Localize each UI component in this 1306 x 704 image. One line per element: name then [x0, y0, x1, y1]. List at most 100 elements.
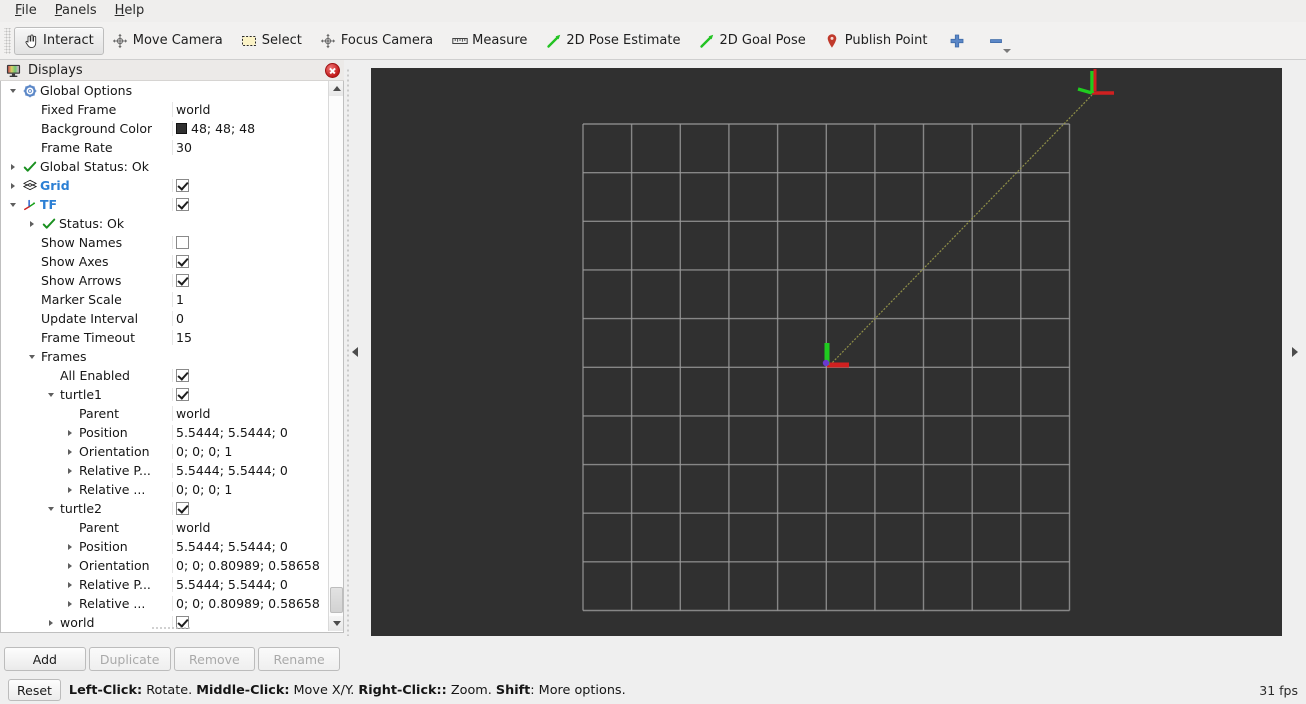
tree-row-value-cell[interactable]: 5.5444; 5.5444; 0 — [172, 539, 328, 554]
tree-row[interactable]: Orientation 0; 0; 0; 1 — [1, 442, 328, 461]
tree-row-value-cell[interactable]: world — [172, 406, 328, 421]
tree-row-checkbox[interactable] — [176, 179, 189, 192]
tree-row[interactable]: TF — [1, 195, 328, 214]
tree-row-value-cell[interactable]: 0; 0; 0.80989; 0.58658 — [172, 558, 328, 573]
reset-button[interactable]: Reset — [8, 679, 61, 701]
menu-file[interactable]: File — [6, 1, 46, 21]
tree-row-checkbox[interactable] — [176, 369, 189, 382]
tree-row-value-cell[interactable] — [172, 179, 328, 192]
tool-publish-point[interactable]: Publish Point — [816, 27, 938, 55]
remove-button[interactable]: Remove — [173, 647, 256, 671]
tree-row-checkbox[interactable] — [176, 255, 189, 268]
tree-row[interactable]: Parent world — [1, 518, 328, 537]
chevron-down-icon[interactable] — [26, 351, 38, 363]
tree-row[interactable]: Show Arrows — [1, 271, 328, 290]
chevron-down-icon[interactable] — [7, 199, 19, 211]
scroll-up-icon[interactable] — [329, 81, 343, 96]
tree-row-value-cell[interactable] — [172, 388, 328, 401]
tool-measure[interactable]: Measure — [443, 27, 537, 55]
tree-row-value-cell[interactable] — [172, 502, 328, 515]
scroll-down-icon[interactable] — [329, 616, 343, 631]
tree-row-value-cell[interactable] — [172, 255, 328, 268]
tree-row[interactable]: Frame Timeout 15 — [1, 328, 328, 347]
tree-row[interactable]: Global Options — [1, 81, 328, 100]
tree-row[interactable]: Relative ... 0; 0; 0.80989; 0.58658 — [1, 594, 328, 613]
tree-row[interactable]: Fixed Frame world — [1, 100, 328, 119]
chevron-right-icon[interactable] — [64, 560, 76, 572]
tree-row-value-cell[interactable] — [172, 369, 328, 382]
tree-row[interactable]: Relative P... 5.5444; 5.5444; 0 — [1, 575, 328, 594]
scrollbar-thumb[interactable] — [330, 587, 343, 613]
tree-row-value-cell[interactable] — [172, 274, 328, 287]
tree-row[interactable]: Frames — [1, 347, 328, 366]
tree-row-value-cell[interactable]: 0 — [172, 311, 328, 326]
tree-row-value-cell[interactable]: 0; 0; 0; 1 — [172, 444, 328, 459]
collapse-left-panel-handle[interactable] — [350, 68, 360, 636]
tree-row-value-cell[interactable]: 5.5444; 5.5444; 0 — [172, 425, 328, 440]
tree-row[interactable]: All Enabled — [1, 366, 328, 385]
tree-row-checkbox[interactable] — [176, 236, 189, 249]
tool-select[interactable]: Select — [233, 27, 312, 55]
chevron-down-icon[interactable] — [45, 503, 57, 515]
chevron-down-icon[interactable] — [7, 85, 19, 97]
add-button[interactable]: Add — [4, 647, 86, 671]
chevron-right-icon[interactable] — [64, 541, 76, 553]
chevron-right-icon[interactable] — [64, 427, 76, 439]
tree-row-value-cell[interactable]: world — [172, 520, 328, 535]
tree-row-value-cell[interactable]: 1 — [172, 292, 328, 307]
tree-row-value-cell[interactable]: 5.5444; 5.5444; 0 — [172, 577, 328, 592]
chevron-down-icon[interactable] — [45, 389, 57, 401]
tree-row[interactable]: Position 5.5444; 5.5444; 0 — [1, 423, 328, 442]
chevron-right-icon[interactable] — [45, 617, 57, 629]
tool-remove-tool[interactable] — [976, 27, 1015, 55]
tree-row-value-cell[interactable]: 0; 0; 0.80989; 0.58658 — [172, 596, 328, 611]
tool-2d-goal-pose[interactable]: 2D Goal Pose — [690, 27, 815, 55]
chevron-right-icon[interactable] — [64, 579, 76, 591]
tree-row-value-cell[interactable]: 30 — [172, 140, 328, 155]
tree-row-value-cell[interactable]: 48; 48; 48 — [172, 121, 328, 136]
tree-row-checkbox[interactable] — [176, 198, 189, 211]
tool-2d-pose-estimate[interactable]: 2D Pose Estimate — [537, 27, 690, 55]
toolbar-grip[interactable] — [4, 27, 11, 54]
tree-row[interactable]: Global Status: Ok — [1, 157, 328, 176]
tree-row[interactable]: turtle2 — [1, 499, 328, 518]
dock-resize-grip[interactable] — [151, 625, 191, 631]
tree-row[interactable]: Orientation 0; 0; 0.80989; 0.58658 — [1, 556, 328, 575]
chevron-right-icon[interactable] — [7, 161, 19, 173]
tool-focus-camera[interactable]: Focus Camera — [312, 27, 443, 55]
tree-row-checkbox[interactable] — [176, 388, 189, 401]
tree-row[interactable]: Show Names — [1, 233, 328, 252]
tree-row[interactable]: Frame Rate 30 — [1, 138, 328, 157]
chevron-right-icon[interactable] — [64, 598, 76, 610]
menu-panels[interactable]: Panels — [46, 1, 106, 21]
tree-row[interactable]: Background Color 48; 48; 48 — [1, 119, 328, 138]
tree-row-value-cell[interactable]: 15 — [172, 330, 328, 345]
chevron-right-icon[interactable] — [7, 180, 19, 192]
tree-row-value-cell[interactable] — [172, 616, 328, 629]
tree-row-value-cell[interactable]: 5.5444; 5.5444; 0 — [172, 463, 328, 478]
tool-move-camera[interactable]: Move Camera — [104, 27, 233, 55]
tree-row-checkbox[interactable] — [176, 274, 189, 287]
displays-tree[interactable]: Global Options Fixed Frame world Background… — [1, 81, 328, 631]
tree-row-value-cell[interactable]: world — [172, 102, 328, 117]
color-swatch[interactable] — [176, 123, 187, 134]
tree-row[interactable]: turtle1 — [1, 385, 328, 404]
tree-row[interactable]: Position 5.5444; 5.5444; 0 — [1, 537, 328, 556]
chevron-right-icon[interactable] — [26, 218, 38, 230]
tree-row-checkbox[interactable] — [176, 502, 189, 515]
close-icon[interactable] — [325, 62, 340, 78]
tree-row[interactable]: Parent world — [1, 404, 328, 423]
tree-row[interactable]: Marker Scale 1 — [1, 290, 328, 309]
3d-render-view[interactable] — [371, 68, 1282, 636]
collapse-right-panel-handle[interactable] — [1290, 68, 1300, 636]
menu-help[interactable]: Help — [106, 1, 154, 21]
tool-interact[interactable]: Interact — [14, 26, 104, 55]
tree-row[interactable]: Show Axes — [1, 252, 328, 271]
tool-add-tool[interactable] — [937, 27, 976, 55]
chevron-right-icon[interactable] — [64, 446, 76, 458]
tree-row[interactable]: Update Interval 0 — [1, 309, 328, 328]
chevron-right-icon[interactable] — [64, 465, 76, 477]
rename-button[interactable]: Rename — [258, 647, 340, 671]
tree-row-value-cell[interactable] — [172, 236, 328, 249]
tree-row[interactable]: Relative P... 5.5444; 5.5444; 0 — [1, 461, 328, 480]
